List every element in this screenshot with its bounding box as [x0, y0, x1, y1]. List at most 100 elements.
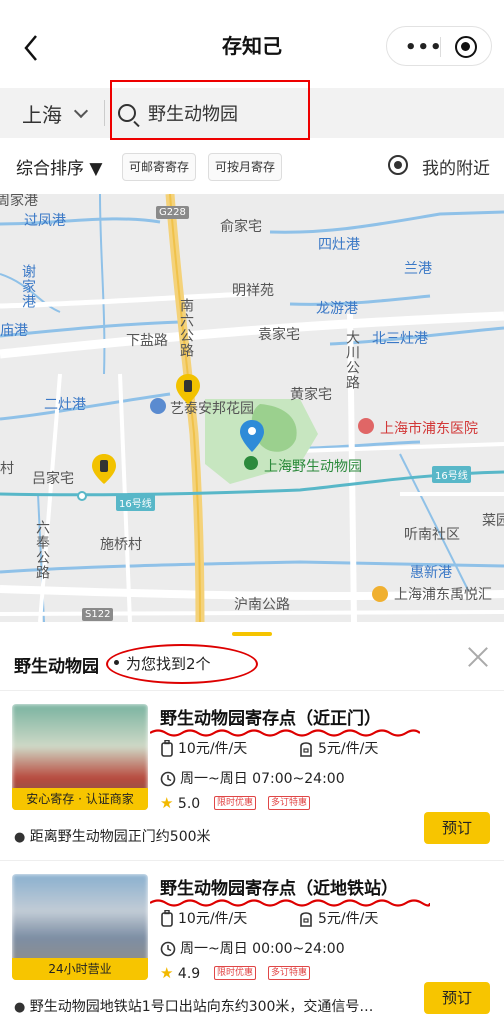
map-label: 菜园: [482, 513, 504, 529]
mall-icon: [372, 586, 388, 602]
location-pin-icon: ●: [14, 830, 26, 845]
promo-badge: 限时优惠: [214, 796, 257, 810]
map-label: 听南社区: [404, 527, 460, 543]
price-luggage-text: 10元/件/天: [178, 741, 248, 757]
book-button[interactable]: 预订: [424, 812, 490, 844]
luggage-icon: [161, 910, 173, 927]
store-name[interactable]: 野生动物园寄存点（近地铁站）: [160, 874, 398, 899]
city-selector[interactable]: 上海: [22, 99, 62, 128]
map-label: 明祥苑: [232, 283, 274, 299]
map-label: 谢家港: [20, 264, 36, 309]
close-icon[interactable]: [466, 644, 490, 668]
search-icon: [118, 104, 136, 122]
map-label: 北三灶港: [372, 331, 428, 347]
address-text: 野生动物园地铁站1号口出站向东约300米，交通信号…: [29, 999, 374, 1015]
map-label: 庙港: [0, 323, 28, 339]
road-tag: S122: [82, 608, 114, 621]
filter-chip-mail[interactable]: 可邮寄寄存: [122, 153, 197, 181]
sort-dropdown[interactable]: 综合排序 ▼: [16, 154, 102, 179]
map-label: 过凤港: [24, 213, 66, 229]
rating-value: 5.0: [177, 796, 201, 812]
opening-hours: 周一~周日 07:00~24:00: [160, 768, 345, 788]
map-label: 六奉公路: [34, 520, 50, 580]
map-label: 兰港: [404, 261, 432, 277]
result-card[interactable]: 安心寄存 · 认证商家 野生动物园寄存点（近正门） 10元/件/天 5元/件/天…: [0, 690, 504, 860]
header: 存知己 •••: [0, 0, 504, 92]
residence-icon: [150, 398, 166, 414]
location-pin-icon[interactable]: [240, 420, 264, 452]
address-text: 距离野生动物园正门约500米: [29, 829, 211, 845]
store-tag: 安心寄存 · 认证商家: [12, 788, 148, 810]
price-luggage: 10元/件/天: [160, 908, 247, 928]
search-bar: 上海 野生动物园: [0, 80, 504, 140]
map-label: 四灶港: [318, 237, 360, 253]
store-tag: 24小时营业: [12, 958, 148, 980]
hours-text: 周一~周日 07:00~24:00: [180, 771, 345, 787]
price-backpack: 5元/件/天: [298, 738, 378, 758]
store-photo: 24小时营业: [12, 874, 148, 980]
price-backpack-text: 5元/件/天: [318, 741, 379, 757]
promo-badge: 限时优惠: [214, 966, 257, 980]
metro-tag: 16号线: [116, 494, 155, 511]
price-backpack: 5元/件/天: [298, 908, 378, 928]
locate-icon[interactable]: [388, 155, 408, 175]
location-pin-icon: ●: [14, 1000, 26, 1015]
zoo-icon: [244, 456, 258, 470]
metro-tag: 16号线: [432, 466, 471, 483]
price-luggage: 10元/件/天: [160, 738, 247, 758]
hours-text: 周一~周日 00:00~24:00: [180, 941, 345, 957]
price-backpack-text: 5元/件/天: [318, 911, 379, 927]
map-label: 施桥村: [100, 537, 142, 553]
map-label: 下盐路: [126, 333, 168, 349]
luggage-pin-icon[interactable]: [92, 454, 116, 484]
map-label: 袁家宅: [258, 327, 300, 343]
count-highlight-oval: [106, 644, 258, 684]
clock-icon: [160, 941, 176, 957]
road-tag: G228: [156, 206, 189, 219]
map-label-zoo[interactable]: 上海野生动物园: [264, 456, 362, 476]
promo-badge: 多订特惠: [268, 966, 311, 980]
filter-bar: 综合排序 ▼ 可邮寄寄存 可按月寄存 我的附近: [0, 140, 504, 192]
map-label: 俞家宅: [220, 219, 262, 235]
map-label: 周家港: [0, 194, 38, 209]
name-underline: [150, 899, 430, 907]
name-underline: [150, 729, 420, 737]
map-label: 南六公路: [178, 298, 194, 358]
search-input[interactable]: 野生动物园: [148, 100, 298, 126]
store-name[interactable]: 野生动物园寄存点（近正门）: [160, 704, 381, 729]
nearby-button[interactable]: 我的附近: [422, 154, 490, 179]
map-label: 村: [0, 461, 14, 477]
divider: [104, 100, 105, 126]
rating: ★ 4.9: [160, 964, 200, 982]
drag-handle[interactable]: [232, 632, 272, 636]
capsule-divider: [440, 37, 441, 57]
map-label: 大川公路: [344, 330, 360, 390]
star-icon: ★: [160, 794, 174, 812]
star-icon: ★: [160, 964, 174, 982]
more-icon[interactable]: •••: [405, 37, 443, 58]
map-label: 上海市浦东医院: [380, 421, 478, 437]
results-sheet: 野生动物园 为您找到2个 安心寄存 · 认证商家 野生动物园寄存点（近正门） 1…: [0, 622, 504, 1024]
book-button[interactable]: 预订: [424, 982, 490, 1014]
rating-value: 4.9: [177, 966, 201, 982]
clock-icon: [160, 771, 176, 787]
filter-chip-monthly[interactable]: 可按月寄存: [208, 153, 283, 181]
map-view[interactable]: 周家港 过凤港 俞家宅 四灶港 兰港 谢家港 明祥苑 龙游港 庙港 下盐路 袁家…: [0, 194, 504, 622]
result-card[interactable]: 24小时营业 野生动物园寄存点（近地铁站） 10元/件/天 5元/件/天 周一~…: [0, 860, 504, 1030]
miniapp-capsule: •••: [386, 26, 492, 66]
opening-hours: 周一~周日 00:00~24:00: [160, 938, 345, 958]
close-miniapp-icon[interactable]: [455, 36, 477, 58]
map-label: 二灶港: [44, 397, 86, 413]
map-label: 黄家宅: [290, 387, 332, 403]
luggage-icon: [161, 740, 173, 757]
backpack-icon: [300, 742, 312, 757]
store-photo: 安心寄存 · 认证商家: [12, 704, 148, 810]
backpack-icon: [300, 912, 312, 927]
results-title: 野生动物园: [14, 657, 99, 677]
luggage-pin-icon[interactable]: [176, 374, 200, 404]
map-label: 吕家宅: [32, 471, 74, 487]
map-label: 龙游港: [316, 301, 358, 317]
chevron-down-icon[interactable]: [73, 103, 89, 119]
hospital-icon: [358, 418, 374, 434]
store-address: ● 野生动物园地铁站1号口出站向东约300米，交通信号…: [14, 996, 414, 1016]
